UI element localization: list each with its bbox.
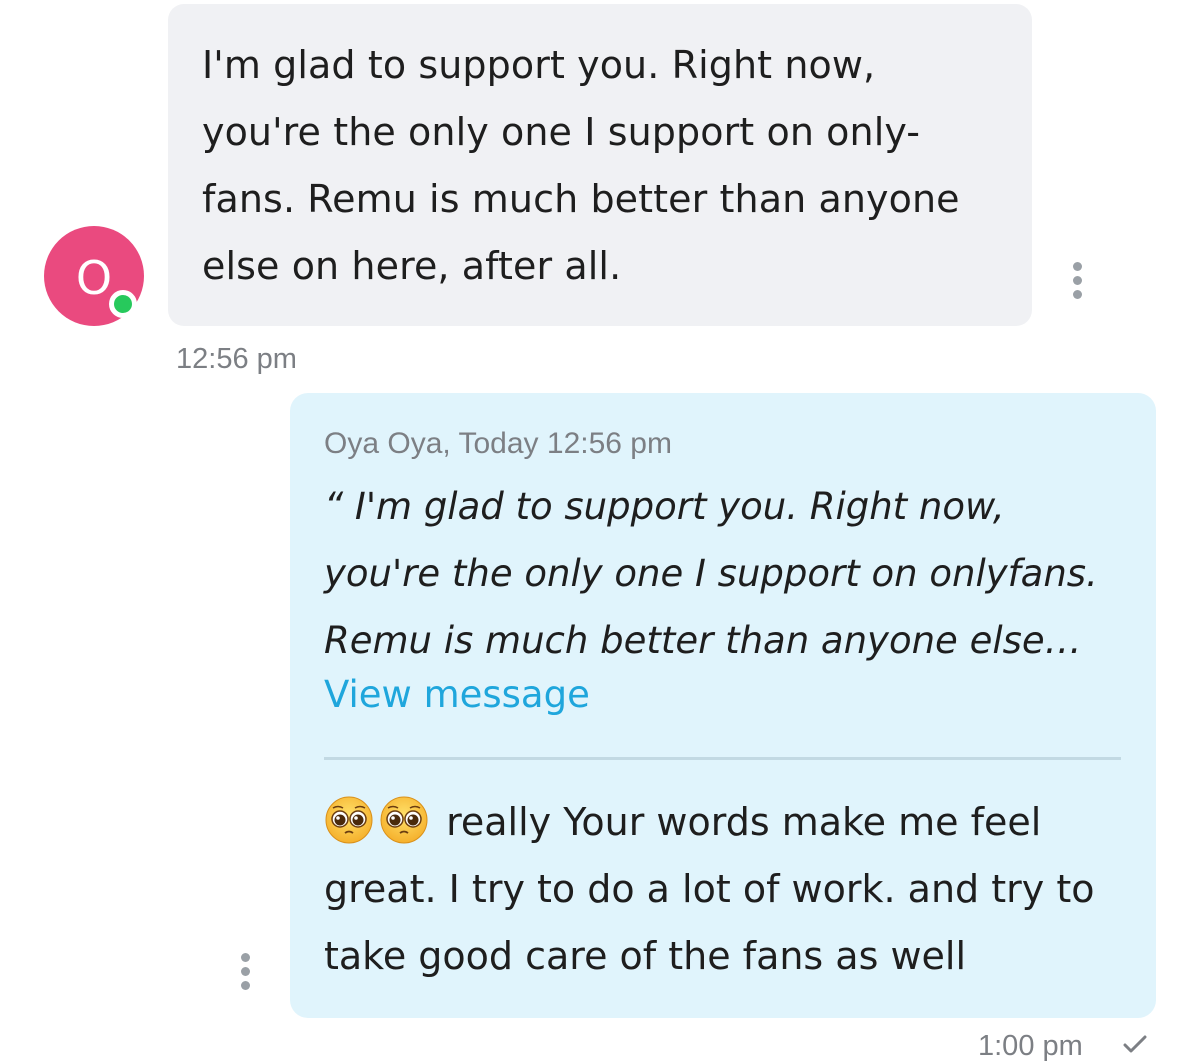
reply-line: really Your words make me feel xyxy=(324,789,1094,856)
quote-line: Remu is much better than anyone else… xyxy=(324,619,1082,662)
reply-line: take good care of the fans as well xyxy=(324,934,967,978)
reply-line-text: really Your words make me feel xyxy=(446,800,1042,844)
message-line: else on here, after all. xyxy=(202,244,622,288)
incoming-message-bubble[interactable]: I'm glad to support you. Right now, you'… xyxy=(168,4,1032,326)
pleading-face-emoji xyxy=(380,796,428,844)
checkmark-icon xyxy=(1123,1035,1147,1053)
avatar-initial: O xyxy=(75,251,113,305)
quote-line: “ I'm glad to support you. Right now, xyxy=(324,485,1005,528)
quote-line: you're the only one I support on onlyfan… xyxy=(324,552,1098,595)
outgoing-message-bubble[interactable]: Oya Oya, Today 12:56 pm “ I'm glad to su… xyxy=(290,393,1156,1018)
message-line: fans. Remu is much better than anyone xyxy=(202,177,960,221)
online-status-indicator xyxy=(109,290,137,318)
quoted-message-text: “ I'm glad to support you. Right now, yo… xyxy=(324,473,1098,674)
message-line: you're the only one I support on only- xyxy=(202,110,921,154)
view-message-link[interactable]: View message xyxy=(324,673,590,716)
message-line: I'm glad to support you. Right now, xyxy=(202,43,876,87)
divider xyxy=(324,757,1121,760)
pleading-face-emoji xyxy=(325,796,373,844)
more-vertical-icon[interactable] xyxy=(238,953,252,990)
incoming-timestamp: 12:56 pm xyxy=(176,343,297,375)
more-vertical-icon[interactable] xyxy=(1070,262,1084,299)
reply-message-text: really Your words make me feel great. I … xyxy=(324,789,1094,990)
outgoing-timestamp: 1:00 pm xyxy=(978,1030,1083,1062)
incoming-message-text: I'm glad to support you. Right now, you'… xyxy=(202,32,998,300)
reply-line: great. I try to do a lot of work. and tr… xyxy=(324,867,1095,911)
quoted-message-meta: Oya Oya, Today 12:56 pm xyxy=(324,427,672,460)
